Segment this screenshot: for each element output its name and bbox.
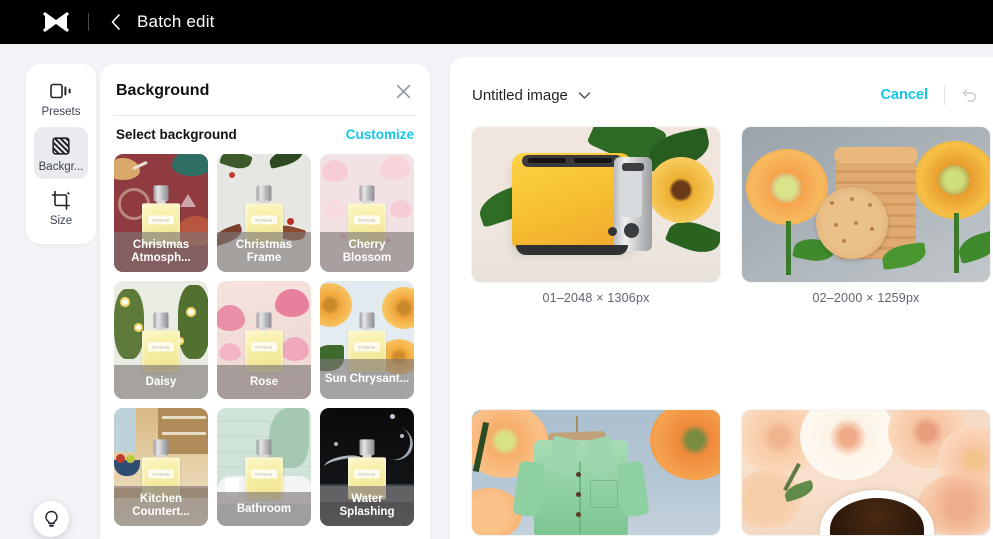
- bottle-label: Perfume: [354, 469, 380, 479]
- help-button[interactable]: [33, 501, 69, 537]
- close-icon[interactable]: [392, 80, 414, 102]
- bottle-label: Perfume: [251, 469, 277, 479]
- image-cell: 01–2048 × 1306px: [472, 127, 720, 305]
- bottle-label: Perfume: [148, 342, 174, 352]
- preview-image-toaster[interactable]: [472, 127, 720, 282]
- presets-icon: [50, 79, 72, 103]
- preview-image-coffee[interactable]: [742, 410, 990, 535]
- tool-rail: Presets Backgr... Size: [26, 64, 96, 244]
- image-row: 01–2048 × 1306px 02–2000 × 1259px: [450, 105, 993, 305]
- sidebar-item-presets[interactable]: Presets: [34, 72, 88, 125]
- project-name: Untitled image: [472, 86, 568, 104]
- back-button[interactable]: [105, 12, 125, 32]
- image-cell: [742, 410, 990, 539]
- sidebar-item-background[interactable]: Backgr...: [34, 126, 88, 179]
- background-card-label: Bathroom: [217, 492, 311, 526]
- image-cell: [472, 410, 720, 539]
- bottle-label: Perfume: [148, 215, 174, 225]
- background-card[interactable]: Perfume Cherry Blossom: [320, 154, 414, 272]
- background-card[interactable]: Perfume Sun Chrysant...: [320, 281, 414, 399]
- bottle-label: Perfume: [354, 342, 380, 352]
- select-background-label: Select background: [116, 127, 237, 142]
- customize-link[interactable]: Customize: [346, 127, 414, 142]
- perfume-bottle: Perfume: [245, 439, 283, 500]
- crop-size-icon: [51, 188, 72, 212]
- bottle-label: Perfume: [354, 215, 380, 225]
- preview-panel: Untitled image Cancel 01–2048 × 1306px 0…: [450, 57, 993, 539]
- sidebar-item-label: Size: [49, 215, 73, 227]
- image-caption: 02–2000 × 1259px: [812, 291, 920, 305]
- top-bar: Batch edit: [0, 0, 993, 44]
- image-caption: 01–2048 × 1306px: [542, 291, 650, 305]
- image-cell: 02–2000 × 1259px: [742, 127, 990, 305]
- background-card[interactable]: Perfume Water Splashing: [320, 408, 414, 526]
- background-card[interactable]: Perfume Kitchen Countert...: [114, 408, 208, 526]
- background-card[interactable]: Perfume Christmas Frame: [217, 154, 311, 272]
- preview-image-shirt[interactable]: [472, 410, 720, 535]
- background-card[interactable]: Perfume Rose: [217, 281, 311, 399]
- background-card-label: Cherry Blossom: [320, 232, 414, 272]
- bottle-label: Perfume: [148, 469, 174, 479]
- perfume-bottle: Perfume: [142, 312, 180, 373]
- image-caption: [742, 535, 990, 539]
- capcut-logo-icon[interactable]: [42, 8, 70, 36]
- background-card-label: Christmas Frame: [217, 232, 311, 272]
- background-card-label: Water Splashing: [320, 486, 414, 526]
- background-card-label: Daisy: [114, 365, 208, 399]
- sidebar-item-size[interactable]: Size: [34, 181, 88, 234]
- background-card[interactable]: Perfume Bathroom: [217, 408, 311, 526]
- select-background-row: Select background Customize: [100, 116, 430, 142]
- page-title: Batch edit: [137, 12, 215, 31]
- background-card[interactable]: Perfume Daisy: [114, 281, 208, 399]
- background-card[interactable]: Perfume Christmas Atmosph...: [114, 154, 208, 272]
- bottle-label: Perfume: [251, 215, 277, 225]
- chevron-down-icon[interactable]: [578, 91, 591, 100]
- background-panel-title: Background: [116, 82, 210, 99]
- image-caption: [472, 535, 720, 539]
- background-card-label: Rose: [217, 365, 311, 399]
- cancel-button[interactable]: Cancel: [880, 87, 928, 103]
- background-card-label: Kitchen Countert...: [114, 486, 208, 526]
- app-root: Batch edit Presets Backgr... Size Backgr…: [0, 0, 993, 539]
- preview-image-biscuits[interactable]: [742, 127, 990, 282]
- preview-header: Untitled image Cancel: [450, 57, 993, 105]
- sidebar-item-label: Backgr...: [38, 160, 84, 173]
- background-panel: Background Select background Customize P…: [100, 64, 430, 539]
- background-grid: Perfume Christmas Atmosph... Perfume Chr…: [100, 142, 430, 526]
- bottle-label: Perfume: [251, 342, 277, 352]
- lightbulb-icon: [43, 510, 60, 529]
- perfume-bottle: Perfume: [245, 312, 283, 373]
- image-row: [450, 305, 993, 539]
- undo-icon[interactable]: [961, 86, 979, 104]
- preview-actions: Cancel: [880, 85, 993, 105]
- background-hatch-icon: [51, 134, 71, 158]
- background-card-label: Sun Chrysant...: [320, 359, 414, 399]
- background-card-label: Christmas Atmosph...: [114, 232, 208, 272]
- action-divider: [944, 85, 945, 105]
- sidebar-item-label: Presets: [41, 106, 81, 118]
- topbar-divider: [88, 13, 89, 31]
- background-panel-header: Background: [100, 64, 430, 102]
